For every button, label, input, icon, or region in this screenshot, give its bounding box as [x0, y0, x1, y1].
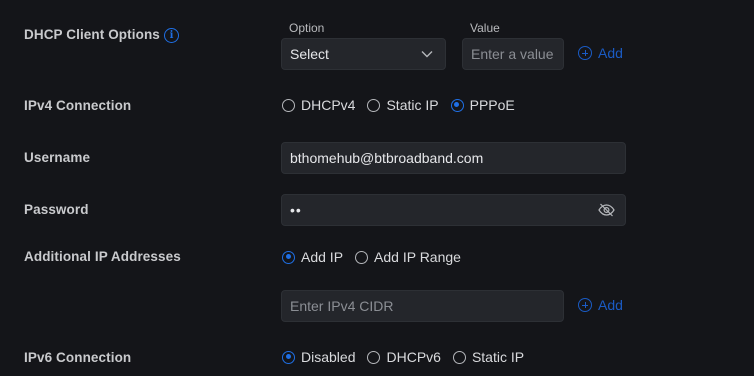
radio-disabled-label: Disabled — [301, 349, 356, 365]
password-value: •• — [290, 202, 302, 218]
radio-dhcpv4-label: DHCPv4 — [301, 97, 356, 113]
radio-ipv6-static-ip-label: Static IP — [471, 349, 525, 365]
radio-add-ip-label: Add IP — [301, 249, 344, 265]
value-column-label: Value — [470, 21, 500, 35]
radio-circle-icon — [367, 98, 381, 112]
chevron-down-icon — [421, 51, 433, 58]
radio-circle-icon — [282, 98, 295, 112]
eye-slash-icon[interactable] — [598, 203, 615, 217]
radio-selected-icon — [282, 350, 295, 364]
radio-ipv6-static-ip[interactable]: Static IP — [452, 349, 525, 365]
username-value: bthomehub@btbroadband.com — [290, 150, 484, 166]
password-input[interactable]: •• — [281, 194, 626, 226]
plus-circle-icon — [578, 298, 592, 312]
radio-disabled[interactable]: Disabled — [282, 349, 355, 365]
radio-add-ip-range[interactable]: Add IP Range — [355, 249, 461, 265]
dhcp-client-options-label: DHCP Client Options — [24, 27, 160, 42]
username-input[interactable]: bthomehub@btbroadband.com — [281, 142, 626, 174]
additional-ip-label: Additional IP Addresses — [24, 249, 181, 264]
add-option-button[interactable]: Add — [578, 45, 623, 61]
radio-dhcpv6[interactable]: DHCPv6 — [367, 349, 441, 365]
option-select-value: Select — [290, 46, 329, 62]
add-option-label: Add — [598, 45, 623, 61]
add-ip-button[interactable]: Add — [578, 297, 623, 313]
add-ip-label: Add — [598, 297, 623, 313]
ipv4-cidr-input[interactable]: Enter IPv4 CIDR — [281, 290, 564, 322]
additional-ip-radio-group: Add IP Add IP Range — [282, 249, 473, 265]
radio-static-ip-label: Static IP — [386, 97, 439, 113]
radio-dhcpv4[interactable]: DHCPv4 — [282, 97, 355, 113]
ipv4-cidr-placeholder: Enter IPv4 CIDR — [290, 298, 394, 314]
option-select[interactable]: Select — [281, 38, 446, 70]
value-input[interactable]: Enter a value — [462, 38, 564, 70]
option-column-label: Option — [289, 21, 325, 35]
radio-circle-icon — [355, 250, 369, 264]
radio-add-ip-range-label: Add IP Range — [374, 249, 461, 265]
ipv6-connection-radio-group: Disabled DHCPv6 Static IP — [282, 349, 536, 365]
username-label: Username — [24, 150, 91, 165]
radio-static-ip[interactable]: Static IP — [367, 97, 439, 113]
password-label: Password — [24, 202, 89, 217]
ipv4-connection-radio-group: DHCPv4 Static IP PPPoE — [282, 97, 527, 113]
radio-dhcpv6-label: DHCPv6 — [386, 349, 441, 365]
radio-circle-icon — [452, 350, 466, 364]
radio-pppoe-label: PPPoE — [469, 97, 515, 113]
value-input-placeholder: Enter a value — [471, 46, 554, 62]
info-icon[interactable]: i — [164, 28, 179, 43]
plus-circle-icon — [578, 46, 592, 60]
radio-add-ip[interactable]: Add IP — [282, 249, 343, 265]
radio-selected-icon — [450, 98, 464, 112]
radio-selected-icon — [282, 250, 295, 264]
ipv6-connection-label: IPv6 Connection — [24, 350, 132, 365]
radio-circle-icon — [367, 350, 381, 364]
radio-pppoe[interactable]: PPPoE — [450, 97, 515, 113]
ipv4-connection-label: IPv4 Connection — [24, 98, 132, 113]
